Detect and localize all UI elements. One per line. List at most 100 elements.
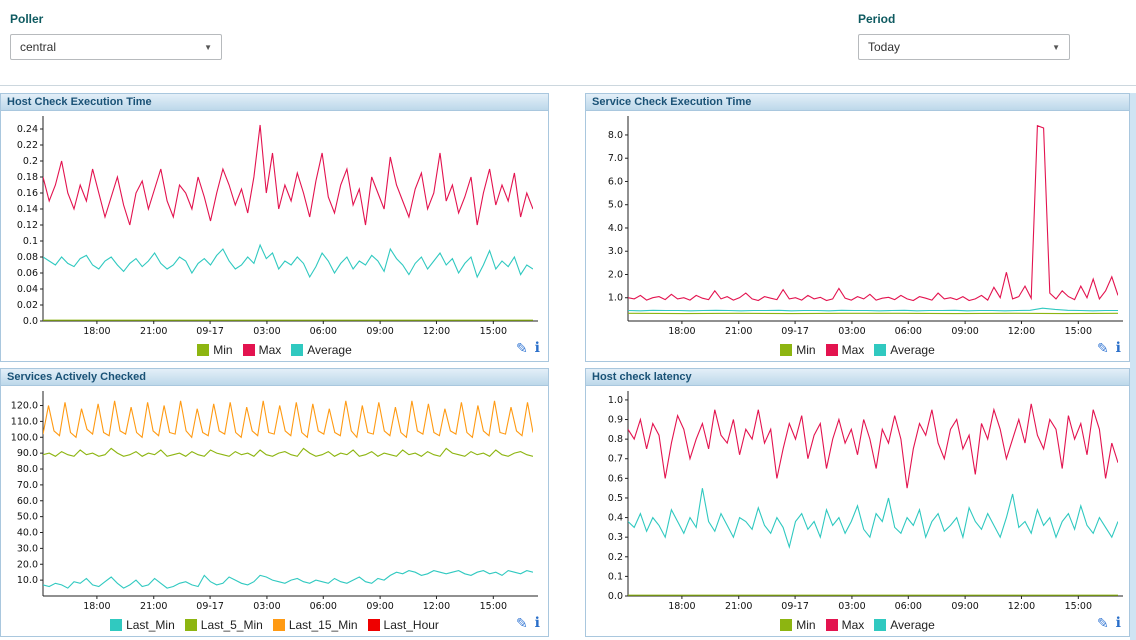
svg-text:0.4: 0.4 <box>608 513 623 524</box>
svg-text:18:00: 18:00 <box>668 326 695 337</box>
period-label: Period <box>858 12 1070 26</box>
legend-label: Last_5_Min <box>201 618 263 632</box>
svg-text:3.0: 3.0 <box>608 246 623 257</box>
svg-text:90.0: 90.0 <box>17 448 38 459</box>
svg-text:0.04: 0.04 <box>17 284 38 295</box>
svg-text:0.0: 0.0 <box>23 316 38 327</box>
legend: Last_MinLast_5_MinLast_15_MinLast_Hour <box>110 618 439 632</box>
svg-text:0.8: 0.8 <box>608 434 623 445</box>
svg-text:0.16: 0.16 <box>17 188 38 199</box>
legend-item: Average <box>874 618 934 632</box>
svg-text:0.9: 0.9 <box>608 415 623 426</box>
scrollbar-track[interactable] <box>1130 93 1136 640</box>
period-select[interactable]: Today ▼ <box>858 34 1070 60</box>
legend-item: Max <box>826 618 865 632</box>
svg-text:30.0: 30.0 <box>17 543 38 554</box>
edit-icon[interactable]: ✎ <box>516 616 528 630</box>
legend-swatch <box>874 344 886 356</box>
legend-swatch <box>780 344 792 356</box>
chevron-down-icon: ▼ <box>1052 43 1060 52</box>
svg-text:0.1: 0.1 <box>608 571 623 582</box>
svg-text:0.6: 0.6 <box>608 473 623 484</box>
chart-canvas: 0.00.020.040.060.080.10.120.140.160.180.… <box>3 113 543 339</box>
svg-text:06:00: 06:00 <box>895 326 922 337</box>
legend-label: Last_Hour <box>384 618 439 632</box>
panel-services-actively-checked: Services Actively Checked 10.020.030.040… <box>0 368 549 637</box>
chart-canvas: 10.020.030.040.050.060.070.080.090.0100.… <box>3 388 543 614</box>
info-icon[interactable]: ℹ <box>535 341 540 355</box>
svg-text:18:00: 18:00 <box>668 601 695 612</box>
svg-text:6.0: 6.0 <box>608 176 623 187</box>
svg-text:12:00: 12:00 <box>423 326 450 337</box>
chart-host-check-execution-time: 0.00.020.040.060.080.10.120.140.160.180.… <box>1 111 548 339</box>
edit-icon[interactable]: ✎ <box>516 341 528 355</box>
poller-filter: Poller central ▼ <box>10 12 222 60</box>
svg-text:21:00: 21:00 <box>140 601 167 612</box>
edit-icon[interactable]: ✎ <box>1097 616 1109 630</box>
chart-title: Host check latency <box>586 369 1129 386</box>
poller-select[interactable]: central ▼ <box>10 34 222 60</box>
legend-label: Max <box>259 343 282 357</box>
legend-label: Min <box>796 618 815 632</box>
svg-text:09-17: 09-17 <box>196 326 224 337</box>
legend-label: Average <box>890 618 934 632</box>
svg-text:20.0: 20.0 <box>17 559 38 570</box>
period-filter: Period Today ▼ <box>858 12 1070 60</box>
legend-label: Average <box>890 343 934 357</box>
legend-row: MinMaxAverage ✎ ℹ <box>1 339 548 361</box>
svg-text:21:00: 21:00 <box>140 326 167 337</box>
panel-host-check-execution-time: Host Check Execution Time 0.00.020.040.0… <box>0 93 549 362</box>
legend-label: Last_Min <box>126 618 175 632</box>
svg-text:03:00: 03:00 <box>838 601 865 612</box>
legend-item: Last_5_Min <box>185 618 263 632</box>
legend-swatch <box>826 619 838 631</box>
legend-swatch <box>273 619 285 631</box>
info-icon[interactable]: ℹ <box>1116 616 1121 630</box>
legend-swatch <box>185 619 197 631</box>
legend-label: Min <box>796 343 815 357</box>
svg-text:21:00: 21:00 <box>725 326 752 337</box>
chart-canvas: 1.02.03.04.05.06.07.08.018:0021:0009-170… <box>588 113 1128 339</box>
chart-title: Services Actively Checked <box>1 369 548 386</box>
panel-host-check-latency: Host check latency 0.00.10.20.30.40.50.6… <box>585 368 1130 637</box>
legend-item: Min <box>197 343 232 357</box>
svg-text:09:00: 09:00 <box>951 601 978 612</box>
legend-swatch <box>780 619 792 631</box>
legend-swatch <box>291 344 303 356</box>
legend-item: Max <box>243 343 282 357</box>
svg-text:0.5: 0.5 <box>608 493 623 504</box>
svg-text:0.1: 0.1 <box>23 236 38 247</box>
svg-text:7.0: 7.0 <box>608 153 623 164</box>
svg-text:0.08: 0.08 <box>17 252 38 263</box>
svg-text:03:00: 03:00 <box>253 601 280 612</box>
info-icon[interactable]: ℹ <box>535 616 540 630</box>
legend-row: Min Max Average ✎ ℹ <box>586 339 1129 361</box>
legend-row: Min Max Average ✎ ℹ <box>586 614 1129 636</box>
legend-row: Last_MinLast_5_MinLast_15_MinLast_Hour ✎… <box>1 614 548 636</box>
svg-text:15:00: 15:00 <box>1065 326 1092 337</box>
svg-text:06:00: 06:00 <box>895 601 922 612</box>
svg-text:10.0: 10.0 <box>17 575 38 586</box>
panel-icons: ✎ ℹ <box>516 341 540 355</box>
svg-text:0.06: 0.06 <box>17 268 38 279</box>
legend-label: Max <box>842 618 865 632</box>
legend: Min Max Average <box>780 618 935 632</box>
svg-text:0.3: 0.3 <box>608 532 623 543</box>
svg-text:50.0: 50.0 <box>17 512 38 523</box>
svg-text:12:00: 12:00 <box>1008 326 1035 337</box>
svg-text:0.2: 0.2 <box>608 552 623 563</box>
chart-title: Service Check Execution Time <box>586 94 1129 111</box>
period-select-value: Today <box>868 40 900 54</box>
legend-swatch <box>197 344 209 356</box>
panel-icons: ✎ ℹ <box>516 616 540 630</box>
svg-text:4.0: 4.0 <box>608 223 623 234</box>
svg-text:18:00: 18:00 <box>83 326 110 337</box>
svg-text:0.12: 0.12 <box>17 220 38 231</box>
svg-text:2.0: 2.0 <box>608 269 623 280</box>
legend-swatch <box>826 344 838 356</box>
info-icon[interactable]: ℹ <box>1116 341 1121 355</box>
legend-label: Max <box>842 343 865 357</box>
svg-text:09-17: 09-17 <box>781 601 809 612</box>
svg-text:21:00: 21:00 <box>725 601 752 612</box>
edit-icon[interactable]: ✎ <box>1097 341 1109 355</box>
